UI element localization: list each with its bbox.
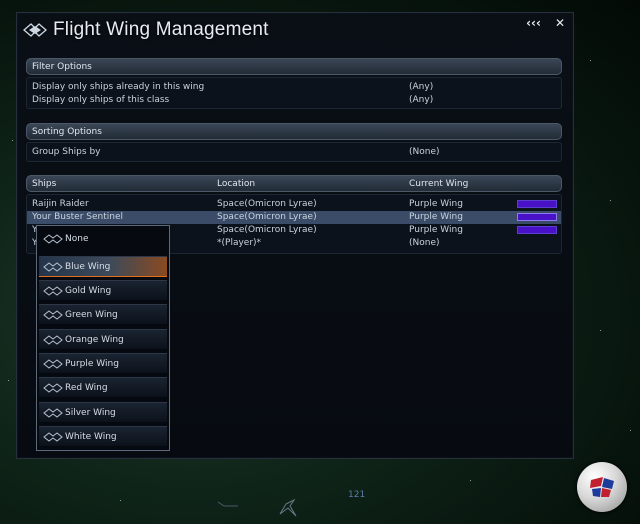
collapse-button[interactable]: ‹‹‹ [526, 16, 541, 30]
sorting-options-header[interactable]: Sorting Options [26, 123, 562, 140]
ship-wing[interactable]: Purple Wing [409, 211, 463, 224]
sort-row-group[interactable]: Group Ships by (None) [27, 146, 561, 159]
dropdown-item-label: Purple Wing [65, 358, 119, 369]
wing-logo-icon [23, 23, 47, 37]
ship-wing[interactable]: Purple Wing [409, 198, 463, 211]
filter-row-class[interactable]: Display only ships of this class (Any) [27, 94, 561, 107]
close-button[interactable]: ✕ [555, 16, 565, 30]
column-ships[interactable]: Ships [32, 176, 56, 193]
dropdown-item-silver-wing[interactable]: Silver Wing [39, 402, 167, 423]
table-row[interactable]: Raijin Raider Space(Omicron Lyrae) Purpl… [27, 198, 561, 211]
dropdown-item-red-wing[interactable]: Red Wing [39, 377, 167, 398]
ship-location: Space(Omicron Lyrae) [217, 225, 317, 235]
hud-reticle-icon [217, 498, 297, 517]
ship-location: Space(Omicron Lyrae) [217, 199, 317, 209]
filter-options-header[interactable]: Filter Options [26, 58, 562, 75]
filter-options-label: Filter Options [32, 62, 92, 72]
dropdown-item-label: Silver Wing [65, 407, 116, 418]
filter-row-in-wing[interactable]: Display only ships already in this wing … [27, 81, 561, 94]
hud-counter: 121 [348, 490, 366, 500]
column-location[interactable]: Location [217, 176, 255, 193]
wing-color-swatch [517, 226, 557, 234]
wing-logo-icon [43, 431, 63, 442]
dropdown-item-label: Blue Wing [65, 261, 111, 272]
dropdown-item-label: White Wing [65, 431, 117, 442]
ship-wing[interactable]: (None) [409, 237, 440, 250]
dropdown-item-purple-wing[interactable]: Purple Wing [39, 353, 167, 374]
title-bar[interactable]: Flight Wing Management ‹‹‹ ✕ [17, 13, 573, 47]
column-current-wing[interactable]: Current Wing [409, 176, 468, 193]
ship-name: Your Buster Sentinel [32, 212, 123, 222]
wing-color-swatch [517, 200, 557, 208]
wing-logo-icon [43, 309, 63, 320]
wing-logo-icon [43, 407, 63, 418]
window-title: Flight Wing Management [53, 19, 269, 40]
game-logo-icon [577, 462, 627, 512]
dropdown-item-label: Green Wing [65, 309, 118, 320]
dropdown-item-blue-wing[interactable]: Blue Wing [39, 256, 167, 277]
filter-value[interactable]: (Any) [409, 94, 433, 107]
table-row-selected[interactable]: Your Buster Sentinel Space(Omicron Lyrae… [27, 211, 561, 224]
dropdown-item-gold-wing[interactable]: Gold Wing [39, 280, 167, 301]
logo-mark-icon [590, 477, 614, 497]
wing-logo-icon [43, 261, 63, 272]
wing-dropdown: None Blue Wing Gold Wing Green Wing Oran… [36, 225, 170, 451]
wing-logo-icon [43, 233, 63, 244]
wing-logo-icon [43, 334, 63, 345]
ships-table-header: Ships Location Current Wing [26, 175, 562, 192]
sort-value[interactable]: (None) [409, 146, 440, 159]
dropdown-item-label: None [65, 233, 89, 244]
dropdown-item-none[interactable]: None [39, 228, 167, 249]
dropdown-item-label: Red Wing [65, 382, 108, 393]
dropdown-item-white-wing[interactable]: White Wing [39, 426, 167, 447]
filter-options-panel: Display only ships already in this wing … [26, 77, 562, 109]
ship-wing[interactable]: Purple Wing [409, 224, 463, 237]
sort-label: Group Ships by [32, 147, 101, 157]
wing-logo-icon [43, 382, 63, 393]
dropdown-item-label: Gold Wing [65, 285, 112, 296]
wing-logo-icon [43, 358, 63, 369]
dropdown-item-label: Orange Wing [65, 334, 124, 345]
ship-location: *(Player)* [217, 238, 262, 248]
ship-name: Raijin Raider [32, 199, 89, 209]
wing-color-swatch [517, 213, 557, 221]
dropdown-item-orange-wing[interactable]: Orange Wing [39, 329, 167, 350]
filter-label: Display only ships of this class [32, 95, 170, 105]
sorting-options-panel: Group Ships by (None) [26, 142, 562, 162]
filter-value[interactable]: (Any) [409, 81, 433, 94]
filter-label: Display only ships already in this wing [32, 82, 205, 92]
wing-logo-icon [43, 285, 63, 296]
sorting-options-label: Sorting Options [32, 127, 102, 137]
ship-location: Space(Omicron Lyrae) [217, 212, 317, 222]
dropdown-item-green-wing[interactable]: Green Wing [39, 304, 167, 325]
